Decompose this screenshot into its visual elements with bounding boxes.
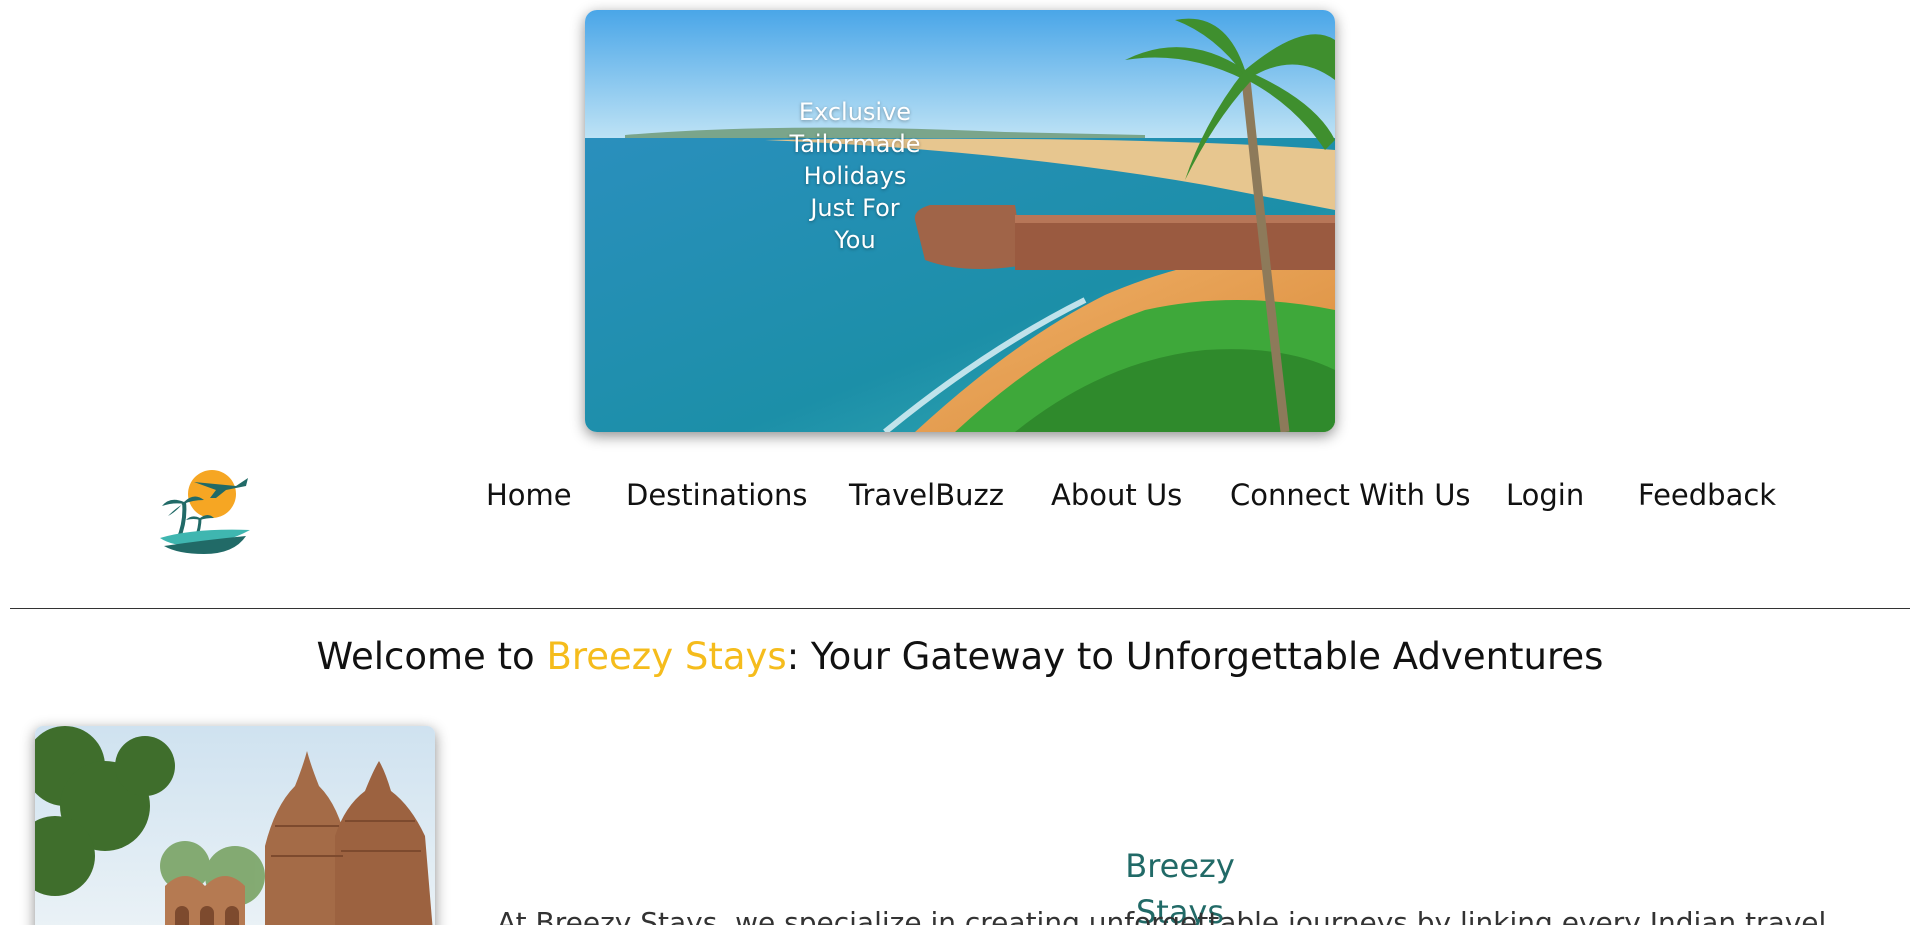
welcome-brand: Breezy Stays	[546, 635, 787, 678]
nav-feedback[interactable]: Feedback	[1638, 473, 1776, 517]
hero-banner: Exclusive Tailormade Holidays Just For Y…	[585, 10, 1335, 432]
header-divider	[10, 608, 1910, 609]
nav-connect-with-us[interactable]: Connect With Us	[1230, 473, 1471, 517]
about-image-card	[35, 726, 435, 925]
welcome-heading: Welcome to Breezy Stays: Your Gateway to…	[0, 632, 1920, 682]
hero-caption-line: You	[834, 226, 876, 254]
hero-caption-line: Exclusive	[798, 98, 912, 126]
hero-caption-line: Holidays	[803, 162, 907, 190]
main-nav: Home Destinations TravelBuzz About Us Co…	[0, 473, 1920, 517]
nav-destinations[interactable]: Destinations	[626, 473, 808, 517]
hero-caption: Exclusive Tailormade Holidays Just For Y…	[775, 96, 935, 256]
temple-image	[35, 726, 435, 925]
welcome-prefix: Welcome to	[316, 635, 547, 678]
hero-beach-image	[585, 10, 1335, 432]
nav-about-us[interactable]: About Us	[1051, 473, 1182, 517]
nav-login[interactable]: Login	[1506, 473, 1584, 517]
hero-caption-line: Tailormade	[789, 130, 921, 158]
nav-travelbuzz[interactable]: TravelBuzz	[849, 473, 1004, 517]
nav-home[interactable]: Home	[486, 473, 572, 517]
welcome-suffix: : Your Gateway to Unforgettable Adventur…	[786, 635, 1604, 678]
about-text: At Breezy Stays, we specialize in creati…	[497, 906, 1827, 925]
hero-caption-line: Just For	[810, 194, 900, 222]
